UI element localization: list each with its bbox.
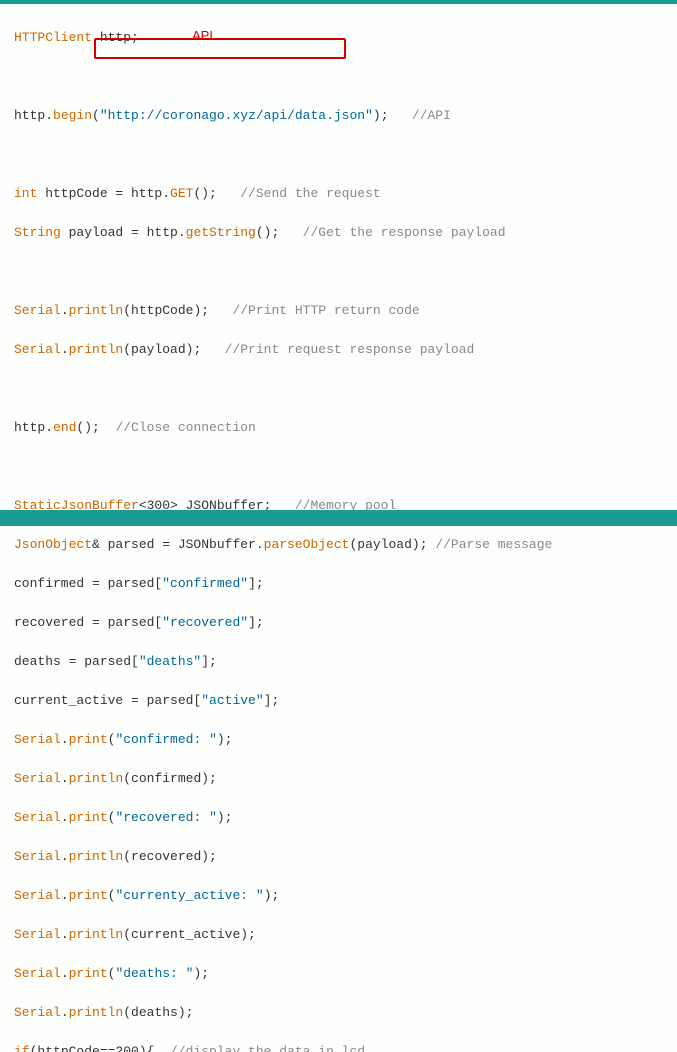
bottom-bar xyxy=(0,510,677,526)
code-line: if(httpCode==200){ //display the data in… xyxy=(14,1042,663,1052)
code-line: Serial.println(deaths); xyxy=(14,1003,663,1023)
code-line: current_active = parsed["active"]; xyxy=(14,691,663,711)
code-line: String payload = http.getString(); //Get… xyxy=(14,223,663,243)
code-line: Serial.print("deaths: "); xyxy=(14,964,663,984)
code-line xyxy=(14,262,663,282)
code-line: Serial.println(httpCode); //Print HTTP r… xyxy=(14,301,663,321)
code-line: Serial.println(confirmed); xyxy=(14,769,663,789)
code-line xyxy=(14,379,663,399)
code-line xyxy=(14,145,663,165)
code-line: deaths = parsed["deaths"]; xyxy=(14,652,663,672)
code-line: Serial.println(current_active); xyxy=(14,925,663,945)
code-line: Serial.println(recovered); xyxy=(14,847,663,867)
code-line: HTTPClient http; xyxy=(14,28,663,48)
code-line: Serial.print("currenty_active: "); xyxy=(14,886,663,906)
code-line: confirmed = parsed["confirmed"]; xyxy=(14,574,663,594)
code-line: http.end(); //Close connection xyxy=(14,418,663,438)
code-line: Serial.print("confirmed: "); xyxy=(14,730,663,750)
code-line: Serial.println(payload); //Print request… xyxy=(14,340,663,360)
code-line: Serial.print("recovered: "); xyxy=(14,808,663,828)
code-editor[interactable]: HTTPClient http; http.begin("http://coro… xyxy=(0,4,677,1052)
code-line: int httpCode = http.GET(); //Send the re… xyxy=(14,184,663,204)
code-line: recovered = parsed["recovered"]; xyxy=(14,613,663,633)
code-line xyxy=(14,457,663,477)
code-line: JsonObject& parsed = JSONbuffer.parseObj… xyxy=(14,535,663,555)
code-line: http.begin("http://coronago.xyz/api/data… xyxy=(14,106,663,126)
code-line xyxy=(14,67,663,87)
